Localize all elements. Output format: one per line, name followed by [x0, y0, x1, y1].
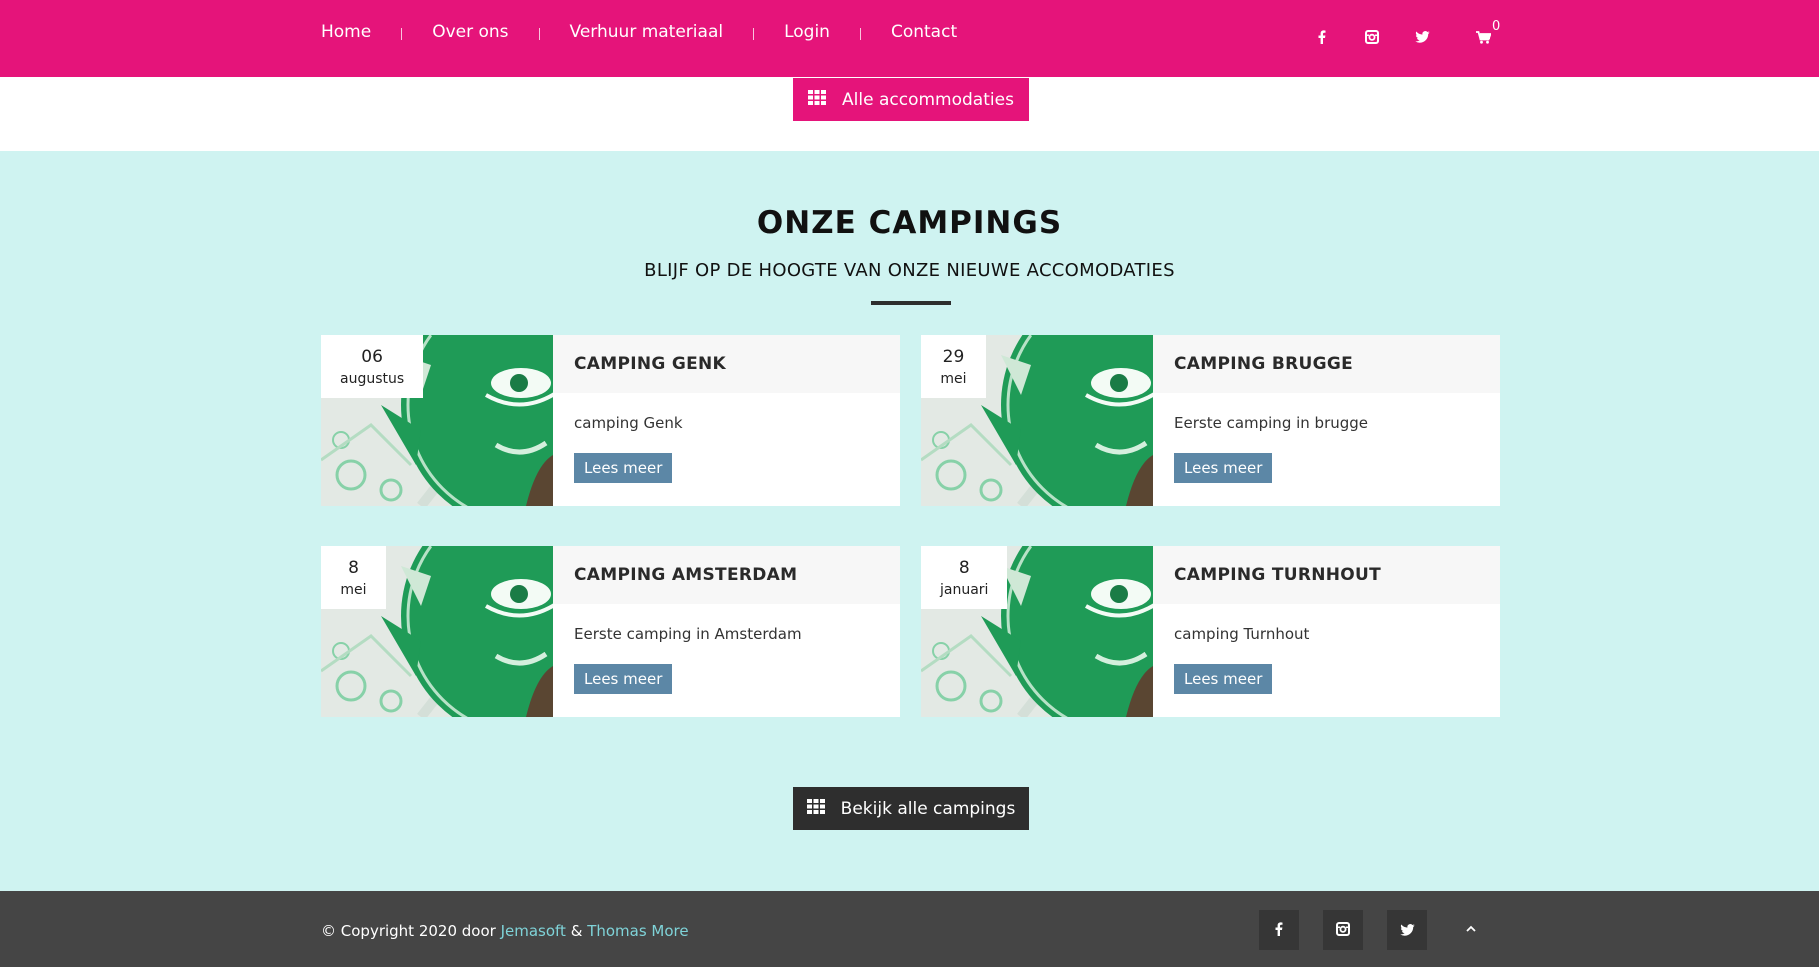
- all-campings-label: Bekijk alle campings: [840, 798, 1016, 819]
- camping-description: Eerste camping in brugge: [1174, 414, 1369, 432]
- copyright-amp: &: [565, 922, 588, 940]
- nav-divider: [401, 28, 403, 40]
- date-day: 06: [361, 347, 383, 367]
- nav-verhuur-materiaal[interactable]: Verhuur materiaal: [570, 22, 724, 42]
- cart-icon[interactable]: [1472, 27, 1494, 47]
- facebook-icon[interactable]: [1311, 27, 1333, 47]
- date-month: mei: [940, 371, 967, 387]
- date-month: augustus: [340, 371, 405, 387]
- section-subtitle: BLIJF OP DE HOOGTE VAN ONZE NIEUWE ACCOM…: [644, 260, 1175, 281]
- jemasoft-link[interactable]: Jemasoft: [501, 922, 566, 940]
- nav-divider: [753, 28, 755, 40]
- read-more-button[interactable]: Lees meer: [1174, 453, 1273, 483]
- facebook-icon: [1275, 921, 1283, 940]
- nav-divider: [859, 28, 861, 40]
- copyright-text: © Copyright 2020 door Jemasoft & Thomas …: [321, 922, 689, 940]
- nav-over-ons[interactable]: Over ons: [432, 22, 508, 42]
- all-accommodations-label: Alle accommodaties: [842, 89, 1014, 110]
- chevron-up-icon[interactable]: [1461, 918, 1481, 938]
- all-campings-button[interactable]: Bekijk alle campings: [793, 787, 1029, 830]
- card-header: CAMPING BRUGGE: [1153, 335, 1500, 393]
- nav-divider: [538, 28, 540, 40]
- footer-instagram-button[interactable]: [1323, 910, 1363, 950]
- date-badge: 29 mei: [921, 335, 986, 398]
- date-day: 8: [348, 558, 359, 578]
- date-month: januari: [940, 582, 989, 598]
- top-navbar: Home Over ons Verhuur materiaal Login Co…: [0, 0, 1819, 77]
- footer-twitter-button[interactable]: [1387, 910, 1427, 950]
- twitter-icon: [1399, 921, 1415, 940]
- read-more-button[interactable]: Lees meer: [574, 664, 673, 694]
- nav-home[interactable]: Home: [321, 22, 371, 42]
- camping-card: 29 mei CAMPING BRUGGE Eerste camping in …: [921, 335, 1500, 506]
- date-badge: 8 mei: [321, 546, 386, 609]
- date-day: 29: [942, 347, 965, 367]
- grid-icon: [806, 798, 825, 819]
- camping-card: 8 mei CAMPING AMSTERDAM Eerste camping i…: [321, 546, 900, 717]
- twitter-icon[interactable]: [1411, 27, 1433, 47]
- instagram-icon[interactable]: [1361, 27, 1383, 47]
- camping-card: 8 januari CAMPING TURNHOUT camping Turnh…: [921, 546, 1500, 717]
- footer: © Copyright 2020 door Jemasoft & Thomas …: [0, 891, 1819, 967]
- date-month: mei: [340, 582, 367, 598]
- camping-title[interactable]: CAMPING AMSTERDAM: [574, 565, 797, 585]
- date-day: 8: [958, 558, 970, 578]
- thomas-more-link[interactable]: Thomas More: [587, 922, 688, 940]
- camping-title[interactable]: CAMPING GENK: [574, 354, 726, 374]
- date-badge: 8 januari: [921, 546, 1008, 609]
- grid-icon: [808, 89, 827, 110]
- instagram-icon: [1336, 921, 1350, 940]
- main-nav: Home Over ons Verhuur materiaal Login Co…: [321, 22, 957, 42]
- nav-login[interactable]: Login: [784, 22, 830, 42]
- cart-count-badge: 0: [1492, 19, 1501, 34]
- camping-card: 06 augustus CAMPING GENK camping Genk Le…: [321, 335, 900, 506]
- camping-title[interactable]: CAMPING TURNHOUT: [1174, 565, 1381, 585]
- card-header: CAMPING GENK: [553, 335, 900, 393]
- camping-description: camping Turnhout: [1174, 625, 1310, 643]
- section-divider: [871, 301, 951, 305]
- read-more-button[interactable]: Lees meer: [1174, 664, 1273, 694]
- camping-title[interactable]: CAMPING BRUGGE: [1174, 354, 1353, 374]
- read-more-button[interactable]: Lees meer: [574, 453, 673, 483]
- section-title: ONZE CAMPINGS: [756, 205, 1063, 241]
- nav-contact[interactable]: Contact: [891, 22, 957, 42]
- copyright-prefix: © Copyright 2020 door: [321, 922, 501, 940]
- card-header: CAMPING TURNHOUT: [1153, 546, 1500, 604]
- date-badge: 06 augustus: [321, 335, 424, 398]
- all-accommodations-button[interactable]: Alle accommodaties: [793, 78, 1029, 121]
- card-header: CAMPING AMSTERDAM: [553, 546, 900, 604]
- footer-facebook-button[interactable]: [1259, 910, 1299, 950]
- camping-description: camping Genk: [574, 414, 683, 432]
- camping-description: Eerste camping in Amsterdam: [574, 625, 802, 643]
